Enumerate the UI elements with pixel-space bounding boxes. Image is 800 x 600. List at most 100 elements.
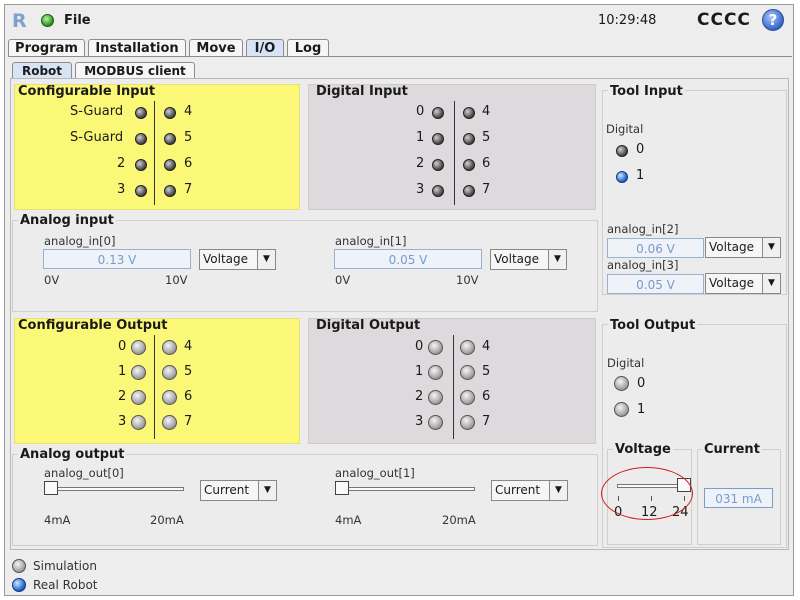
- tool-analog-in-3-mode-select[interactable]: Voltage ▼: [705, 273, 781, 294]
- do-label-1: 1: [415, 364, 424, 379]
- do-output-2-toggle[interactable]: [428, 390, 443, 405]
- di-led-6: [463, 159, 475, 171]
- tab-move[interactable]: Move: [189, 39, 243, 56]
- analog-in-0-mode-select[interactable]: Voltage ▼: [199, 249, 276, 270]
- tool-current-value: 031 mA: [704, 488, 773, 508]
- chevron-down-icon[interactable]: ▼: [762, 238, 780, 257]
- select-value: Voltage: [709, 276, 755, 290]
- do-label-7: 7: [482, 414, 491, 429]
- co-output-5-toggle[interactable]: [162, 365, 177, 380]
- ci-label-0: S-Guard: [70, 104, 124, 119]
- di-led-7: [463, 185, 475, 197]
- simulation-radio[interactable]: [12, 559, 26, 573]
- chevron-down-icon[interactable]: ▼: [762, 274, 780, 293]
- analog-out-1-slider-track[interactable]: [335, 487, 475, 491]
- analog-out-0-mode-select[interactable]: Current ▼: [200, 480, 277, 501]
- analog-out-0-label: analog_out[0]: [44, 466, 124, 480]
- chevron-down-icon[interactable]: ▼: [258, 481, 276, 500]
- di-led-3: [432, 185, 444, 197]
- analog-in-0-max: 10V: [165, 273, 188, 287]
- analog-output-title: Analog output: [18, 447, 127, 462]
- do-output-7-toggle[interactable]: [460, 415, 475, 430]
- to-label-1: 1: [637, 402, 646, 417]
- analog-in-1-mode-select[interactable]: Voltage ▼: [490, 249, 567, 270]
- analog-out-0-slider-handle[interactable]: [44, 481, 58, 495]
- tab-program[interactable]: Program: [8, 39, 85, 56]
- analog-out-1-slider-handle[interactable]: [335, 481, 349, 495]
- co-output-6-toggle[interactable]: [162, 390, 177, 405]
- tool-input-digital-label: Digital: [606, 122, 644, 136]
- robot-status-icon: [41, 14, 54, 27]
- robot-name: CCCC: [697, 10, 751, 30]
- tool-output-title: Tool Output: [608, 318, 698, 333]
- simulation-label: Simulation: [33, 559, 97, 573]
- analog-out-1-mode-select[interactable]: Current ▼: [491, 480, 568, 501]
- separator: [154, 335, 155, 439]
- configurable-input-panel: [14, 84, 300, 210]
- co-output-4-toggle[interactable]: [162, 340, 177, 355]
- file-menu[interactable]: File: [64, 13, 91, 28]
- select-value: Current: [204, 483, 250, 497]
- voltage-title: Voltage: [613, 442, 673, 457]
- tool-analog-in-3-label: analog_in[3]: [607, 258, 679, 272]
- ti-label-0: 0: [636, 142, 645, 157]
- select-value: Voltage: [494, 252, 540, 266]
- to-output-1-toggle[interactable]: [614, 402, 629, 417]
- co-label-3: 3: [118, 414, 127, 429]
- analog-input-title: Analog input: [18, 213, 116, 228]
- current-title: Current: [702, 442, 762, 457]
- separator: [454, 101, 455, 205]
- do-label-5: 5: [482, 364, 491, 379]
- co-label-5: 5: [184, 364, 193, 379]
- do-output-3-toggle[interactable]: [428, 415, 443, 430]
- to-output-0-toggle[interactable]: [614, 376, 629, 391]
- subtab-modbus-client[interactable]: MODBUS client: [75, 62, 195, 78]
- do-output-6-toggle[interactable]: [460, 390, 475, 405]
- di-label-7: 7: [482, 182, 491, 197]
- co-output-1-toggle[interactable]: [131, 365, 146, 380]
- real-robot-radio[interactable]: [12, 578, 26, 592]
- configurable-input-title: Configurable Input: [18, 84, 156, 99]
- tool-analog-in-2-mode-select[interactable]: Voltage ▼: [705, 237, 781, 258]
- co-output-3-toggle[interactable]: [131, 415, 146, 430]
- ti-led-1: [616, 171, 628, 183]
- tab-log[interactable]: Log: [287, 39, 329, 56]
- do-output-4-toggle[interactable]: [460, 340, 475, 355]
- chevron-down-icon[interactable]: ▼: [548, 250, 566, 269]
- clock: 10:29:48: [598, 13, 657, 28]
- analog-out-0-slider-track[interactable]: [44, 487, 184, 491]
- tab-installation[interactable]: Installation: [88, 39, 186, 56]
- analog-in-0-label: analog_in[0]: [44, 234, 116, 248]
- do-label-6: 6: [482, 389, 491, 404]
- analog-in-0-min: 0V: [44, 273, 60, 287]
- chevron-down-icon[interactable]: ▼: [257, 250, 275, 269]
- chevron-down-icon[interactable]: ▼: [549, 481, 567, 500]
- help-icon[interactable]: ?: [762, 9, 784, 31]
- tab-io[interactable]: I/O: [246, 39, 284, 56]
- subtab-robot[interactable]: Robot: [12, 62, 72, 78]
- analog-out-1-label: analog_out[1]: [335, 466, 415, 480]
- digital-input-panel: [308, 84, 596, 210]
- ti-led-0: [616, 145, 628, 157]
- co-output-7-toggle[interactable]: [162, 415, 177, 430]
- co-label-1: 1: [118, 364, 127, 379]
- do-output-1-toggle[interactable]: [428, 365, 443, 380]
- do-output-0-toggle[interactable]: [428, 340, 443, 355]
- di-label-3: 3: [416, 182, 425, 197]
- select-value: Current: [495, 483, 541, 497]
- ci-led-1: [135, 133, 147, 145]
- digital-output-title: Digital Output: [316, 318, 421, 333]
- di-label-5: 5: [482, 130, 491, 145]
- co-output-2-toggle[interactable]: [131, 390, 146, 405]
- analog-in-1-min: 0V: [335, 273, 351, 287]
- do-output-5-toggle[interactable]: [460, 365, 475, 380]
- co-output-0-toggle[interactable]: [131, 340, 146, 355]
- di-led-0: [432, 107, 444, 119]
- di-label-2: 2: [416, 156, 425, 171]
- ci-label-4: 4: [184, 104, 193, 119]
- highlight-circle: [601, 467, 693, 520]
- do-label-3: 3: [415, 414, 424, 429]
- analog-in-1-value: 0.05 V: [334, 249, 482, 269]
- ci-led-7: [164, 185, 176, 197]
- di-led-5: [463, 133, 475, 145]
